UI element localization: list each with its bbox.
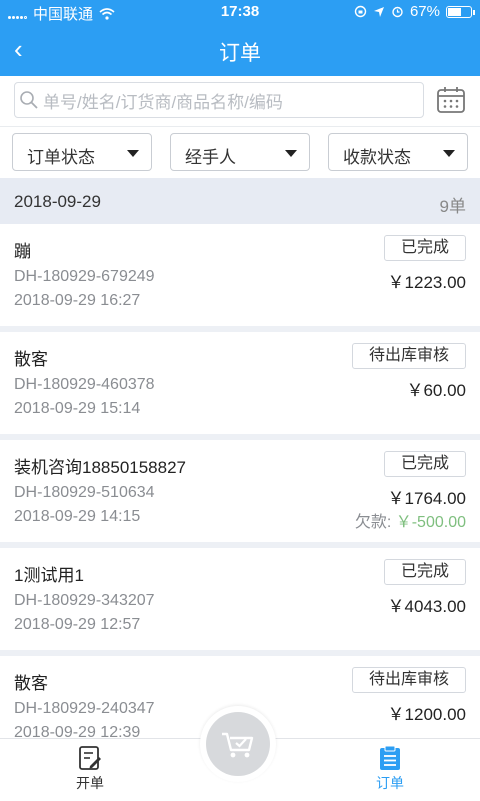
order-status-label: 订单状态 bbox=[27, 148, 95, 167]
location-icon bbox=[373, 6, 384, 17]
status-badge: 已完成 bbox=[383, 559, 466, 585]
caret-down-icon bbox=[285, 150, 297, 157]
alarm-icon bbox=[392, 6, 403, 18]
debt-info: 欠款: ￥-500.00 bbox=[355, 508, 466, 532]
order-list: 蹦 已完成 DH-180929-679249 ￥1223.00 2018-09-… bbox=[0, 224, 480, 764]
edit-document-icon bbox=[79, 746, 101, 770]
filter-bar: 订单状态 经手人 收款状态 bbox=[0, 126, 480, 179]
calendar-icon bbox=[437, 87, 465, 113]
order-amount: ￥60.00 bbox=[406, 381, 466, 400]
debt-value: ￥-500.00 bbox=[395, 514, 466, 531]
customer-name: 散客 bbox=[14, 674, 48, 693]
search-bar: 单号/姓名/订货商/商品名称/编码 bbox=[0, 76, 480, 126]
date-group-header: 2018-09-29 9单 bbox=[0, 178, 480, 224]
order-number: DH-180929-343207 bbox=[14, 592, 155, 609]
order-time: 2018-09-29 16:27 bbox=[14, 292, 141, 309]
customer-name: 散客 bbox=[14, 350, 48, 369]
customer-name: 1测试用1 bbox=[14, 566, 84, 585]
order-number: DH-180929-679249 bbox=[14, 268, 155, 285]
caret-down-icon bbox=[127, 150, 139, 157]
battery-icon bbox=[446, 5, 475, 18]
battery-percent: 67% bbox=[409, 3, 440, 20]
caret-down-icon bbox=[443, 150, 455, 157]
debt-label: 欠款: bbox=[354, 514, 392, 531]
page-title: 订单 bbox=[219, 42, 261, 65]
order-time: 2018-09-29 15:14 bbox=[14, 400, 141, 417]
order-amount: ￥4043.00 bbox=[387, 597, 466, 616]
cart-button[interactable] bbox=[200, 706, 276, 782]
status-badge: 待出库审核 bbox=[351, 667, 466, 693]
tab-orders-label: 订单 bbox=[376, 775, 404, 791]
payment-status-label: 收款状态 bbox=[343, 148, 411, 167]
payment-status-filter[interactable]: 收款状态 bbox=[328, 133, 468, 171]
order-number: DH-180929-460378 bbox=[14, 376, 155, 393]
order-number: DH-180929-240347 bbox=[14, 700, 155, 717]
order-card[interactable]: 散客 待出库审核 DH-180929-460378 ￥60.00 2018-09… bbox=[0, 332, 480, 434]
tab-create-order[interactable]: 开单 bbox=[50, 745, 130, 793]
customer-name: 蹦 bbox=[14, 242, 31, 261]
order-amount: ￥1200.00 bbox=[387, 705, 466, 724]
order-amount: ￥1223.00 bbox=[387, 273, 466, 292]
group-count: 9单 bbox=[439, 197, 466, 216]
order-amount: ￥1764.00 bbox=[387, 489, 466, 508]
tab-create-label: 开单 bbox=[76, 775, 104, 791]
search-placeholder: 单号/姓名/订货商/商品名称/编码 bbox=[43, 92, 283, 112]
cart-button-circle bbox=[206, 712, 270, 776]
search-input[interactable]: 单号/姓名/订货商/商品名称/编码 bbox=[14, 82, 424, 118]
status-bar: 中国联通 17:38 67% bbox=[0, 0, 480, 24]
handler-filter[interactable]: 经手人 bbox=[170, 133, 310, 171]
order-time: 2018-09-29 12:57 bbox=[14, 616, 141, 633]
status-badge: 已完成 bbox=[383, 235, 466, 261]
order-status-filter[interactable]: 订单状态 bbox=[12, 133, 152, 171]
customer-name: 装机咨询18850158827 bbox=[14, 458, 187, 477]
cart-check-icon bbox=[222, 732, 254, 758]
order-number: DH-180929-510634 bbox=[14, 484, 155, 501]
handler-label: 经手人 bbox=[185, 148, 236, 167]
order-time: 2018-09-29 14:15 bbox=[14, 508, 141, 525]
order-card[interactable]: 装机咨询18850158827 已完成 DH-180929-510634 ￥17… bbox=[0, 440, 480, 542]
order-list-icon bbox=[380, 745, 400, 770]
order-card[interactable]: 蹦 已完成 DH-180929-679249 ￥1223.00 2018-09-… bbox=[0, 224, 480, 326]
order-card[interactable]: 1测试用1 已完成 DH-180929-343207 ￥4043.00 2018… bbox=[0, 548, 480, 650]
search-icon bbox=[20, 91, 38, 109]
calendar-button[interactable] bbox=[436, 85, 466, 120]
status-badge: 待出库审核 bbox=[351, 343, 466, 369]
tab-orders[interactable]: 订单 bbox=[350, 745, 430, 793]
nav-bar: ‹ 订单 bbox=[0, 24, 480, 76]
group-date: 2018-09-29 bbox=[14, 192, 101, 211]
status-badge: 已完成 bbox=[383, 451, 466, 477]
lock-rotation-icon bbox=[354, 5, 367, 18]
